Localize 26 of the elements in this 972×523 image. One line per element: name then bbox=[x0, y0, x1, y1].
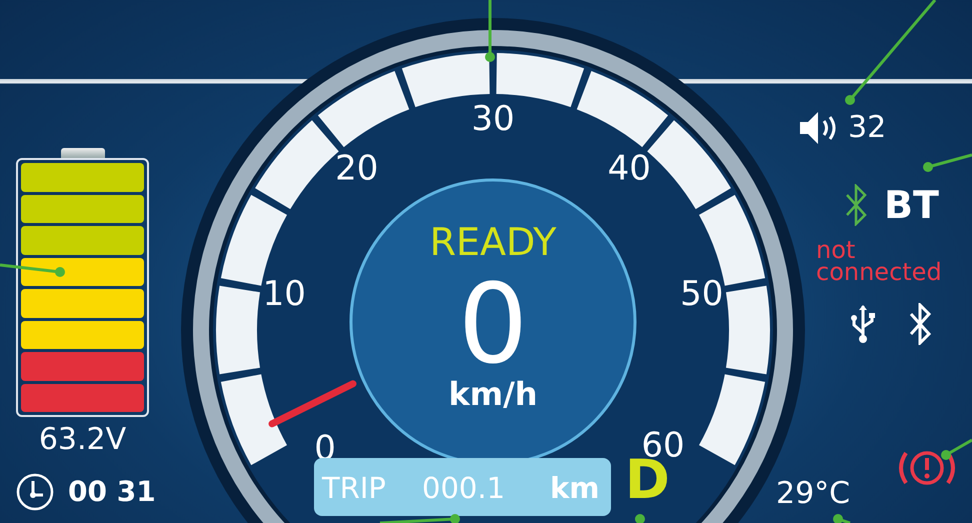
trip-label: TRIP bbox=[322, 471, 386, 505]
bluetooth-status: not connected bbox=[816, 240, 943, 284]
leader-line bbox=[485, 0, 495, 62]
bluetooth-label: BT bbox=[884, 186, 939, 224]
usb-icon bbox=[848, 303, 878, 346]
clock-icon bbox=[16, 473, 54, 511]
trip-distance: 000.1 bbox=[422, 471, 506, 505]
bluetooth-icon bbox=[908, 303, 934, 346]
leader-line bbox=[833, 514, 850, 523]
volume-level: 32 bbox=[848, 113, 886, 143]
ready-status: READY bbox=[430, 220, 556, 264]
speaker-icon bbox=[798, 110, 838, 146]
trip-time: 00 31 bbox=[68, 478, 156, 506]
speed-scale-label: 40 bbox=[608, 148, 651, 189]
trip-unit: km bbox=[550, 471, 600, 505]
speed-scale-label: 20 bbox=[335, 148, 378, 189]
temperature-reading: 29°C bbox=[776, 479, 850, 510]
speed-scale-label: 30 bbox=[471, 99, 515, 139]
leader-line bbox=[635, 514, 645, 523]
leader-line bbox=[923, 154, 972, 172]
leader-line bbox=[941, 438, 972, 460]
battery-voltage: 63.2V bbox=[38, 425, 128, 455]
speed-scale-label: 10 bbox=[262, 274, 306, 314]
battery-cap bbox=[60, 148, 104, 158]
leader-line bbox=[0, 264, 65, 277]
speed-scale-label: 50 bbox=[680, 274, 724, 314]
